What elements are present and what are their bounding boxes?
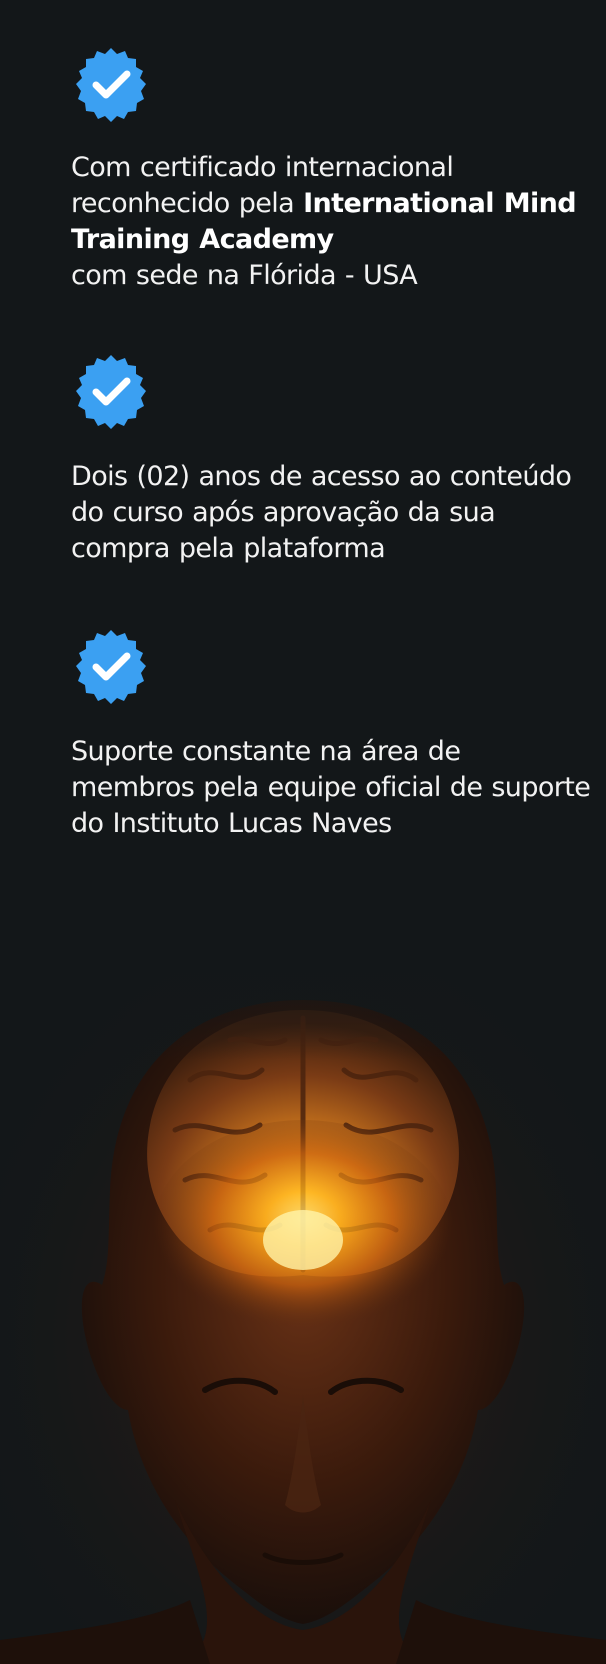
feature-access-text: Dois (02) anos de acesso ao conteúdo do … xyxy=(71,461,572,564)
feature-certificate-text: Com certificado internacional reconhecid… xyxy=(71,152,577,291)
feature-access: Dois (02) anos de acesso ao conteúdo do … xyxy=(71,353,591,567)
verified-check-icon xyxy=(76,48,146,122)
verified-check-icon xyxy=(76,355,146,429)
feature-support: Suporte constante na área de membros pel… xyxy=(71,628,591,842)
page: Com certificado internacional reconhecid… xyxy=(0,0,606,1664)
feature-certificate: Com certificado internacional reconhecid… xyxy=(71,46,591,294)
glowing-brain-head-image xyxy=(0,940,606,1664)
verified-check-icon xyxy=(76,630,146,704)
feature-support-text: Suporte constante na área de membros pel… xyxy=(71,736,591,839)
